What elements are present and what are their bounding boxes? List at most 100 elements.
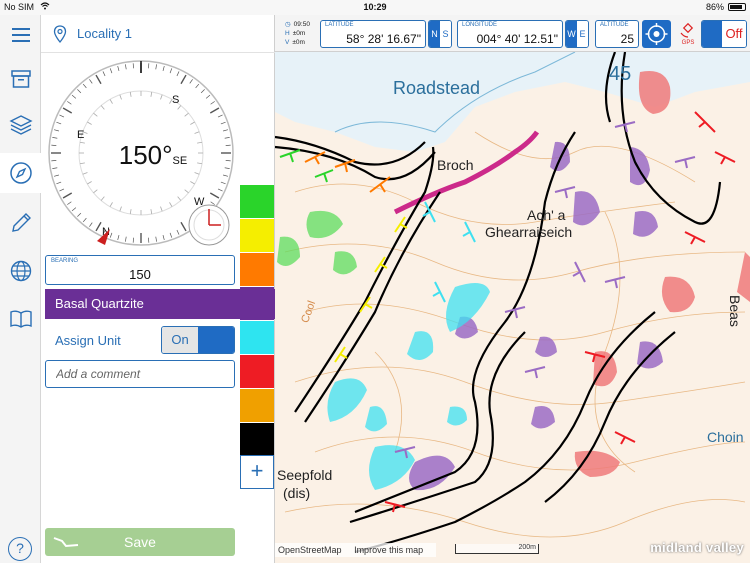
- compass-reading: 150°SE: [93, 140, 213, 171]
- map-structure-symbols: [279, 111, 736, 513]
- assign-unit-toggle[interactable]: On: [161, 326, 235, 354]
- gps-status: GPS: [677, 20, 699, 48]
- improve-map-link[interactable]: Improve this map: [354, 545, 423, 555]
- book-icon: [9, 310, 32, 328]
- map-label-beas: Beas: [727, 295, 743, 327]
- satellite-icon: [680, 22, 694, 38]
- layers-button[interactable]: [0, 105, 41, 145]
- altitude-field[interactable]: ALTITUDE 25: [595, 20, 639, 48]
- compass-degrees: 150°: [118, 140, 173, 170]
- assign-unit-row: Assign Unit On: [45, 325, 235, 355]
- longitude-field[interactable]: LONGITUDE 004° 40' 12.51": [457, 20, 563, 48]
- altitude-caption: ALTITUDE: [600, 22, 629, 28]
- gps-clock-icon: ◷: [285, 21, 291, 28]
- add-swatch-button[interactable]: +: [240, 455, 274, 489]
- map-water: [275, 52, 750, 152]
- map-label-seepfold-2: (dis): [283, 485, 310, 501]
- comment-field[interactable]: [45, 360, 235, 388]
- toggle-knob: [198, 327, 234, 353]
- gps-toggle-knob: [702, 21, 722, 47]
- map-label-choin: Choin: [707, 429, 744, 445]
- altitude-value: 25: [620, 32, 634, 46]
- compass-letter-e: E: [77, 129, 84, 141]
- draw-button[interactable]: [0, 203, 41, 243]
- hemisphere-e[interactable]: E: [577, 21, 588, 47]
- battery-icon: [728, 3, 746, 11]
- v-accuracy-value: ±0m: [292, 39, 305, 46]
- map-contours: [284, 131, 746, 538]
- color-swatch[interactable]: [240, 219, 274, 253]
- latitude-field[interactable]: LATITUDE 58° 28' 16.67": [320, 20, 426, 48]
- h-accuracy-label: H: [285, 30, 290, 37]
- globe-button[interactable]: [0, 251, 41, 291]
- globe-icon: [10, 260, 31, 282]
- longitude-value: 004° 40' 12.51": [476, 32, 558, 46]
- color-swatch[interactable]: [240, 321, 274, 355]
- map-canvas[interactable]: Roadstead Choin 45 Broch Ach' a Ghearrai…: [275, 52, 750, 563]
- lon-hemisphere-toggle[interactable]: W E: [565, 20, 589, 48]
- osm-attribution-link[interactable]: OpenStreetMap: [278, 545, 342, 555]
- map-label-achagharraiseich-2: Ghearraiseich: [485, 224, 572, 240]
- save-button[interactable]: Save: [45, 528, 235, 556]
- battery-percent: 86%: [705, 2, 724, 12]
- map-label-roadstead: Roadstead: [393, 78, 480, 98]
- pencil-icon: [11, 213, 31, 232]
- comment-input[interactable]: [46, 361, 234, 387]
- fold-symbol-icon: [53, 537, 79, 548]
- longitude-caption: LONGITUDE: [462, 22, 498, 28]
- crosshair-icon: [645, 23, 668, 45]
- compass-tool-button[interactable]: [0, 153, 41, 193]
- color-swatch[interactable]: [240, 355, 274, 389]
- hemisphere-s[interactable]: S: [440, 21, 451, 47]
- bearing-caption: BEARING: [51, 258, 79, 264]
- map-label-seepfold-1: Seepfold: [277, 467, 332, 483]
- status-bar: No SIM 10:29 86%: [0, 0, 750, 15]
- lat-hemisphere-toggle[interactable]: N S: [428, 20, 452, 48]
- h-accuracy-value: ±0m: [292, 30, 306, 37]
- level-indicator: [188, 204, 230, 246]
- bearing-value: 150: [129, 267, 151, 282]
- hamburger-icon: [11, 28, 30, 42]
- color-swatch[interactable]: [240, 185, 274, 219]
- map-scale-bar: 200m: [455, 544, 539, 554]
- gps-toolbar: ◷ 09:50 H ±0m V ±0m LATITUDE 58° 28' 16.67"…: [275, 15, 750, 52]
- gps-toggle-label: Off: [722, 21, 746, 47]
- compass-icon: [9, 162, 32, 184]
- archive-button[interactable]: [0, 59, 41, 99]
- latitude-caption: LATITUDE: [325, 22, 354, 28]
- locate-me-button[interactable]: [642, 20, 671, 48]
- color-swatch[interactable]: [240, 287, 274, 321]
- color-swatch[interactable]: [240, 423, 274, 457]
- v-accuracy-label: V: [285, 39, 290, 46]
- layers-icon: [8, 115, 33, 135]
- map-label-cool: Cool: [299, 299, 318, 324]
- bearing-field[interactable]: BEARING 150: [45, 255, 235, 285]
- map-attribution: OpenStreetMap Improve this map: [275, 543, 437, 557]
- hemisphere-n[interactable]: N: [429, 21, 440, 47]
- tool-rail: ?: [0, 15, 41, 563]
- locality-selector[interactable]: Locality 1: [41, 15, 275, 53]
- gps-toggle[interactable]: Off: [701, 20, 747, 48]
- geology-map[interactable]: Roadstead Choin 45 Broch Ach' a Ghearrai…: [275, 52, 750, 563]
- compass-letter-s: S: [172, 94, 179, 106]
- locality-label: Locality 1: [77, 26, 132, 41]
- save-label: Save: [124, 534, 156, 550]
- map-label-broch: Broch: [437, 157, 474, 173]
- map-label-45: 45: [609, 63, 631, 85]
- menu-button[interactable]: [0, 15, 41, 55]
- help-button[interactable]: ?: [8, 537, 32, 561]
- clock: 10:29: [363, 2, 387, 12]
- gps-time: 09:50: [293, 21, 310, 28]
- location-pin-icon: [53, 24, 67, 43]
- color-swatch[interactable]: [240, 389, 274, 423]
- color-swatches: [240, 185, 274, 457]
- hemisphere-w[interactable]: W: [566, 21, 577, 47]
- compass-direction: SE: [172, 155, 188, 167]
- latitude-value: 58° 28' 16.67": [346, 32, 421, 46]
- notebook-button[interactable]: [0, 299, 41, 339]
- gps-label: GPS: [681, 40, 695, 46]
- map-label-achagharraiseich-1: Ach' a: [527, 207, 566, 223]
- color-swatch[interactable]: [240, 253, 274, 287]
- gps-accuracy: ◷ 09:50 H ±0m V ±0m: [285, 20, 310, 47]
- assign-unit-label: Assign Unit: [55, 333, 121, 348]
